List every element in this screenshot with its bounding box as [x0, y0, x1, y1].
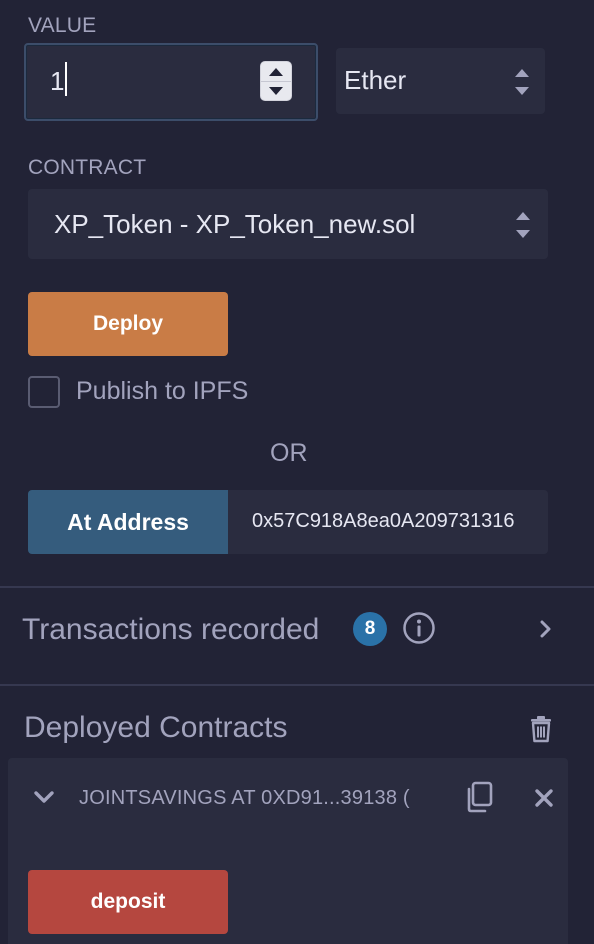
- text-caret: [65, 62, 67, 96]
- publish-ipfs-checkbox[interactable]: [28, 376, 60, 408]
- deployed-contract-instance: JOINTSAVINGS AT 0XD91...39138 ( deposit: [8, 758, 568, 944]
- stepper-down-icon[interactable]: [261, 81, 291, 100]
- transactions-recorded-header[interactable]: Transactions recorded: [0, 588, 594, 684]
- or-separator: OR: [270, 439, 308, 467]
- chevron-down-icon[interactable]: [32, 789, 56, 805]
- at-address-value: 0x57C918A8ea0A209731316: [252, 510, 515, 532]
- trash-icon[interactable]: [528, 715, 554, 743]
- section-divider: [0, 684, 594, 686]
- transactions-count-badge: 8: [353, 612, 387, 646]
- value-label: VALUE: [28, 14, 97, 37]
- close-icon[interactable]: [534, 788, 554, 808]
- publish-ipfs-label: Publish to IPFS: [76, 377, 249, 405]
- value-input-field[interactable]: [24, 43, 318, 121]
- chevron-right-icon[interactable]: [538, 619, 554, 639]
- info-icon[interactable]: [402, 611, 436, 645]
- contract-label: CONTRACT: [28, 156, 147, 179]
- select-arrows-icon: [516, 212, 530, 238]
- contract-instance-label[interactable]: JOINTSAVINGS AT 0XD91...39138 (: [79, 787, 410, 810]
- value-stepper[interactable]: [260, 61, 292, 101]
- copy-icon[interactable]: [463, 780, 495, 814]
- at-address-button[interactable]: At Address: [28, 490, 228, 554]
- deploy-button[interactable]: Deploy: [28, 292, 228, 356]
- at-address-input[interactable]: 0x57C918A8ea0A209731316: [228, 490, 548, 554]
- contract-select[interactable]: XP_Token - XP_Token_new.sol: [28, 189, 548, 259]
- transactions-recorded-title: Transactions recorded: [22, 613, 320, 646]
- contract-select-text: XP_Token - XP_Token_new.sol: [54, 209, 416, 239]
- stepper-up-icon[interactable]: [261, 62, 291, 82]
- select-arrows-icon: [515, 69, 529, 95]
- deployed-contracts-title: Deployed Contracts: [24, 711, 288, 744]
- value-unit-select[interactable]: Ether: [336, 48, 545, 114]
- deposit-button[interactable]: deposit: [28, 870, 228, 934]
- value-unit-text: Ether: [344, 65, 407, 95]
- value-input[interactable]: [50, 61, 250, 101]
